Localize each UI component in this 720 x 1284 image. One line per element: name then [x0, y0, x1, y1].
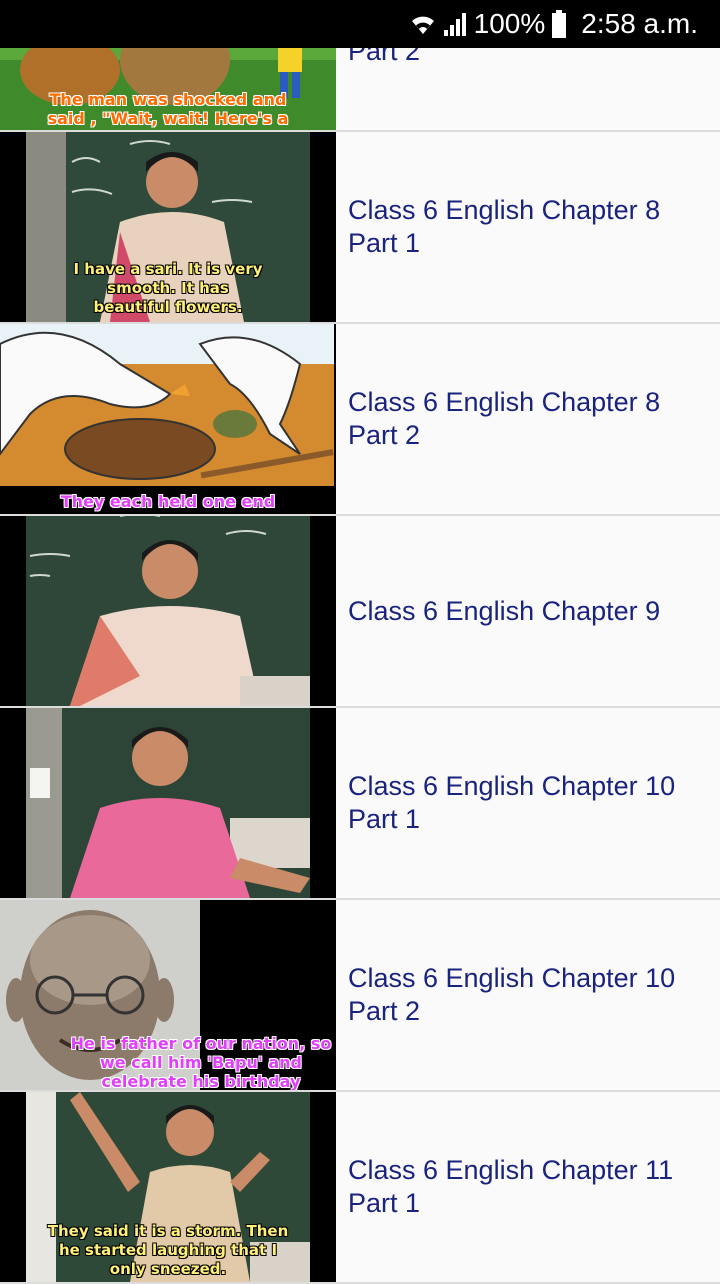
video-list-item[interactable]: I have a sari. It is very smooth. It has…	[0, 132, 720, 324]
video-thumbnail[interactable]: They each held one end	[0, 324, 336, 514]
video-title[interactable]: Class 6 English Chapter 10 Part 1	[348, 708, 708, 898]
clock: 2:58 a.m.	[581, 8, 698, 39]
video-title[interactable]: Class 6 English Chapter 8 Part 2	[348, 324, 708, 514]
video-title[interactable]: Class 6 English Chapter 11 Part 1	[348, 1092, 708, 1282]
video-list-item[interactable]: They each held one end Class 6 English C…	[0, 324, 720, 516]
video-title[interactable]: Class 6 English Chapter 9	[348, 516, 708, 706]
battery-icon	[551, 10, 567, 38]
battery-percent: 100%	[473, 8, 546, 39]
video-list-item[interactable]: Class 6 English Chapter 10 Part 1	[0, 708, 720, 900]
video-thumbnail[interactable]: He is father of our nation, so we call h…	[0, 900, 336, 1090]
video-caption: The man was shocked and said , "Wait, wa…	[47, 90, 289, 128]
video-list-item[interactable]: They said it is a storm. Then he started…	[0, 1092, 720, 1284]
video-list-item[interactable]: He is father of our nation, so we call h…	[0, 900, 720, 1092]
video-thumbnail[interactable]: They said it is a storm. Then he started…	[0, 1092, 336, 1282]
video-caption: He is father of our nation, so we call h…	[70, 1034, 332, 1090]
video-title[interactable]: Class 6 English Chapter 8 Part 1	[348, 132, 708, 322]
signal-icon	[442, 12, 468, 36]
video-caption: They each held one end	[60, 492, 276, 511]
video-caption: I have a sari. It is very smooth. It has…	[73, 260, 263, 316]
video-list[interactable]: The man was shocked and said , "Wait, wa…	[0, 0, 720, 1284]
wifi-icon	[410, 12, 436, 36]
video-list-item[interactable]: Class 6 English Chapter 9	[0, 516, 720, 708]
video-thumbnail[interactable]	[0, 516, 336, 706]
video-thumbnail[interactable]	[0, 708, 336, 898]
video-title[interactable]: Class 6 English Chapter 10 Part 2	[348, 900, 708, 1090]
video-caption: They said it is a storm. Then he started…	[47, 1222, 289, 1278]
video-thumbnail[interactable]: I have a sari. It is very smooth. It has…	[0, 132, 336, 322]
status-bar: 100% 2:58 a.m.	[0, 0, 720, 48]
